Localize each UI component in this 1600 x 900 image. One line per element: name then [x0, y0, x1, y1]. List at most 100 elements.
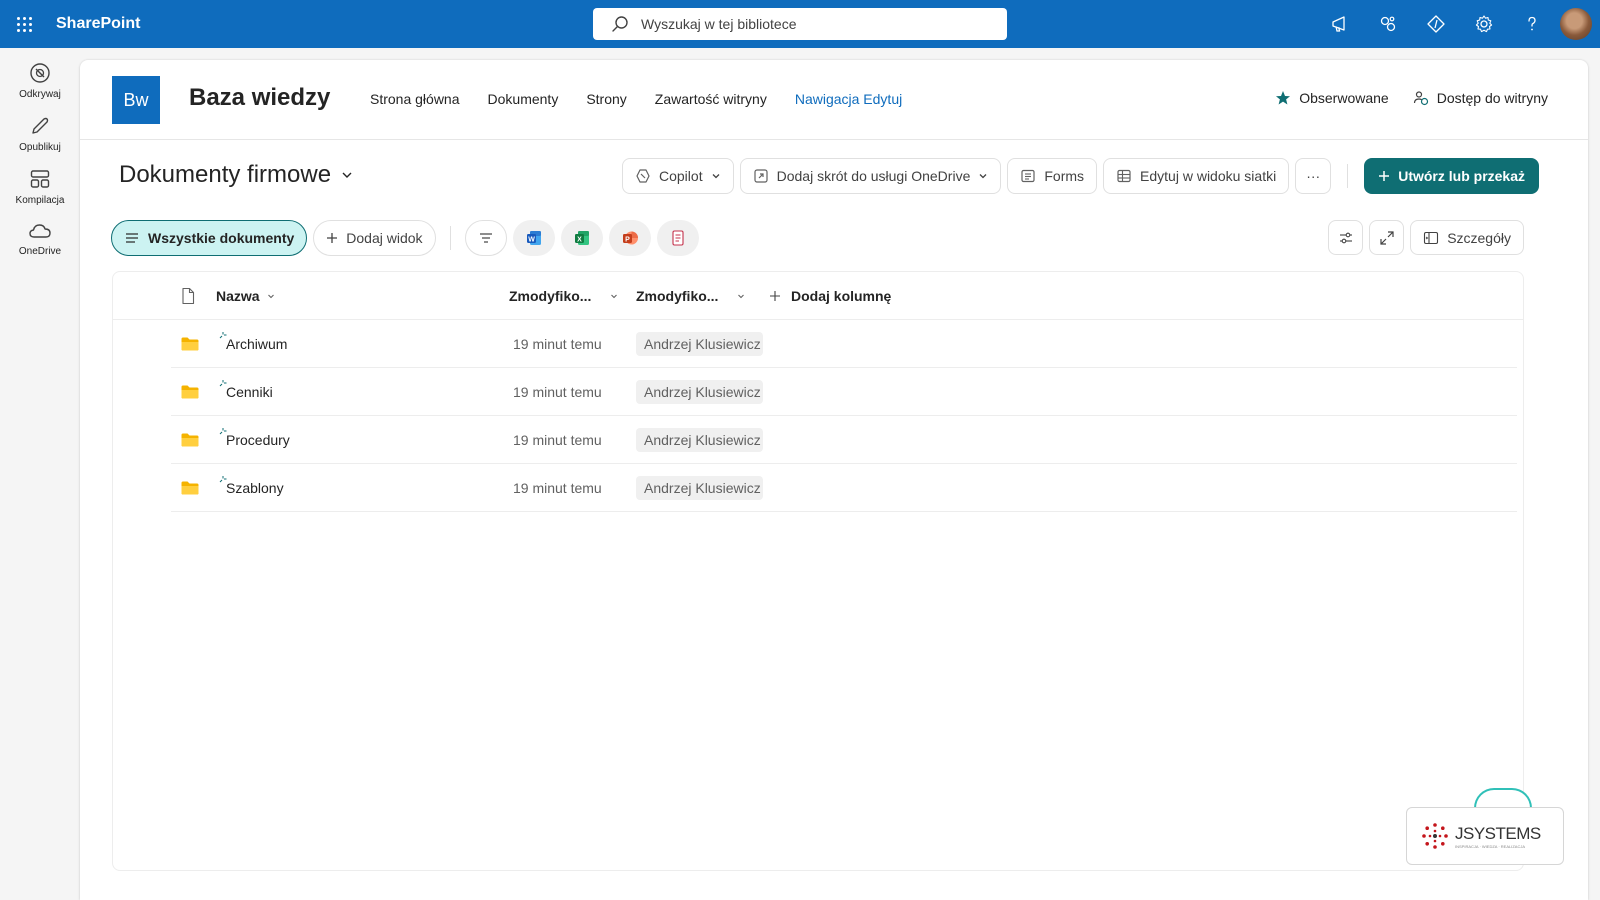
library-title-dropdown[interactable]: Dokumenty firmowe — [119, 161, 353, 189]
chevron-down-icon — [979, 174, 987, 179]
table-grid-icon — [1117, 169, 1131, 183]
column-header-name[interactable]: Nazwa — [216, 288, 276, 304]
chevron-down-icon — [342, 172, 352, 178]
filter-button[interactable] — [464, 220, 507, 256]
svg-text:X: X — [577, 236, 582, 243]
details-pane-icon — [1424, 231, 1439, 244]
cloud-icon — [29, 224, 51, 238]
column-header-modified-by-label: Zmodyfiko... — [636, 288, 719, 304]
appbar-item-label: Odkrywaj — [19, 89, 61, 100]
site-header: Bw Baza wiedzy Strona główna Dokumenty S… — [80, 60, 1588, 140]
row-name[interactable]: Procedury — [226, 432, 290, 448]
suite-bar: SharePoint — [0, 0, 1600, 48]
details-pane-button[interactable]: Szczegóły — [1410, 220, 1524, 255]
list-icon — [126, 233, 138, 243]
edit-grid-view-button[interactable]: Edytuj w widoku siatki — [1103, 158, 1290, 194]
forms-button[interactable]: Forms — [1007, 158, 1098, 194]
view-options: Szczegóły — [1328, 220, 1524, 255]
row-name[interactable]: Szablony — [226, 480, 284, 496]
plus-icon — [1379, 171, 1390, 181]
add-column-button[interactable]: Dodaj kolumnę — [769, 288, 891, 304]
column-header-modified[interactable]: Zmodyfiko... — [509, 288, 619, 304]
row-name[interactable]: Archiwum — [226, 336, 287, 352]
appbar-item-onedrive[interactable]: OneDrive — [0, 207, 80, 258]
new-word-button[interactable]: W — [512, 220, 555, 256]
copilot-icon — [636, 169, 650, 183]
user-avatar[interactable] — [1560, 8, 1592, 40]
site-actions: Obserwowane Dostęp do witryny — [1275, 90, 1548, 106]
table-row[interactable]: Procedury 19 minut temu Andrzej Klusiewi… — [171, 416, 1517, 464]
add-onedrive-shortcut-label: Dodaj skrót do usługi OneDrive — [776, 168, 971, 184]
search-box[interactable] — [593, 8, 1007, 40]
table-row[interactable]: Cenniki 19 minut temu Andrzej Klusiewicz — [171, 368, 1517, 416]
layout-icon — [30, 170, 50, 188]
create-upload-button[interactable]: Utwórz lub przekaż — [1364, 158, 1539, 194]
site-logo[interactable]: Bw — [112, 76, 160, 124]
copilot-chat-button[interactable] — [1474, 788, 1532, 808]
nav-site-contents[interactable]: Zawartość witryny — [655, 91, 767, 107]
chevron-down-icon — [267, 294, 274, 299]
star-filled-icon — [1276, 91, 1291, 105]
nav-documents[interactable]: Dokumenty — [488, 91, 559, 107]
expand-button[interactable] — [1369, 220, 1405, 255]
copilot-button[interactable]: Copilot — [622, 158, 734, 194]
row-modified-by[interactable]: Andrzej Klusiewicz — [636, 380, 763, 404]
site-access-button[interactable]: Dostęp do witryny — [1413, 90, 1548, 106]
app-launcher-button[interactable] — [0, 0, 48, 48]
appbar-item-label: Opublikuj — [19, 142, 61, 153]
appbar-item-label: Kompilacja — [15, 195, 65, 206]
more-commands-button[interactable]: ··· — [1295, 158, 1332, 194]
more-icon: ··· — [1306, 168, 1321, 184]
view-settings-button[interactable] — [1328, 220, 1364, 255]
file-type-column-header[interactable] — [181, 287, 195, 305]
gear-icon[interactable] — [1460, 0, 1508, 48]
table-row[interactable]: Archiwum 19 minut temu Andrzej Klusiewic… — [171, 320, 1517, 368]
appbar-item-publish[interactable]: Opublikuj — [0, 101, 80, 154]
folder-icon — [181, 337, 199, 351]
appbar-item-build[interactable]: Kompilacja — [0, 154, 80, 207]
search-input[interactable] — [641, 16, 981, 32]
row-modified: 19 minut temu — [513, 336, 602, 352]
row-name[interactable]: Cenniki — [226, 384, 273, 400]
expand-icon — [1380, 230, 1394, 245]
view-all-documents[interactable]: Wszystkie dokumenty — [111, 220, 308, 256]
diamond-code-icon[interactable] — [1412, 0, 1460, 48]
new-form-button[interactable] — [656, 220, 699, 256]
new-powerpoint-button[interactable]: P — [608, 220, 651, 256]
add-onedrive-shortcut-button[interactable]: Dodaj skrót do usługi OneDrive — [739, 158, 1002, 194]
follow-button[interactable]: Obserwowane — [1275, 90, 1389, 106]
new-excel-button[interactable]: X — [560, 220, 603, 256]
app-brand[interactable]: SharePoint — [56, 15, 140, 33]
row-modified-by[interactable]: Andrzej Klusiewicz — [636, 332, 763, 356]
people-access-icon — [1413, 91, 1428, 106]
nav-edit-link[interactable]: Nawigacja Edytuj — [795, 91, 902, 107]
table-row[interactable]: Szablony 19 minut temu Andrzej Klusiewic… — [171, 464, 1517, 512]
site-title[interactable]: Baza wiedzy — [189, 84, 330, 112]
row-modified-by[interactable]: Andrzej Klusiewicz — [636, 428, 763, 452]
jsystems-watermark: JSYSTEMS INSPIRACJA · WIEDZA · REALIZACJ… — [1406, 807, 1564, 865]
add-column-label: Dodaj kolumnę — [791, 288, 892, 304]
add-view-label: Dodaj widok — [346, 230, 423, 246]
site-access-label: Dostęp do witryny — [1436, 90, 1548, 106]
main-content: Bw Baza wiedzy Strona główna Dokumenty S… — [80, 60, 1588, 900]
file-type-icon — [182, 287, 195, 305]
add-view-button[interactable]: Dodaj widok — [313, 220, 436, 256]
view-separator — [449, 226, 451, 250]
folder-icon — [181, 385, 199, 399]
command-separator — [1347, 164, 1349, 188]
megaphone-icon[interactable] — [1316, 0, 1364, 48]
document-list: Nazwa Zmodyfiko... Zmodyfiko... Dodaj ko… — [112, 271, 1524, 871]
view-bar: Wszystkie dokumenty Dodaj widok W X P — [111, 220, 699, 256]
appbar-item-discover[interactable]: Odkrywaj — [0, 48, 80, 101]
nav-home[interactable]: Strona główna — [370, 91, 460, 107]
column-header-modified-by[interactable]: Zmodyfiko... — [636, 288, 746, 304]
nav-pages[interactable]: Strony — [586, 91, 626, 107]
row-modified-by[interactable]: Andrzej Klusiewicz — [636, 476, 763, 500]
share-network-icon[interactable] — [1364, 0, 1412, 48]
chevron-down-icon — [611, 294, 618, 299]
view-all-documents-label: Wszystkie dokumenty — [148, 230, 295, 246]
app-bar: Odkrywaj Opublikuj Kompilacja OneDrive — [0, 48, 80, 900]
search-icon — [612, 16, 628, 32]
waffle-icon — [16, 16, 32, 32]
help-icon[interactable] — [1508, 0, 1556, 48]
